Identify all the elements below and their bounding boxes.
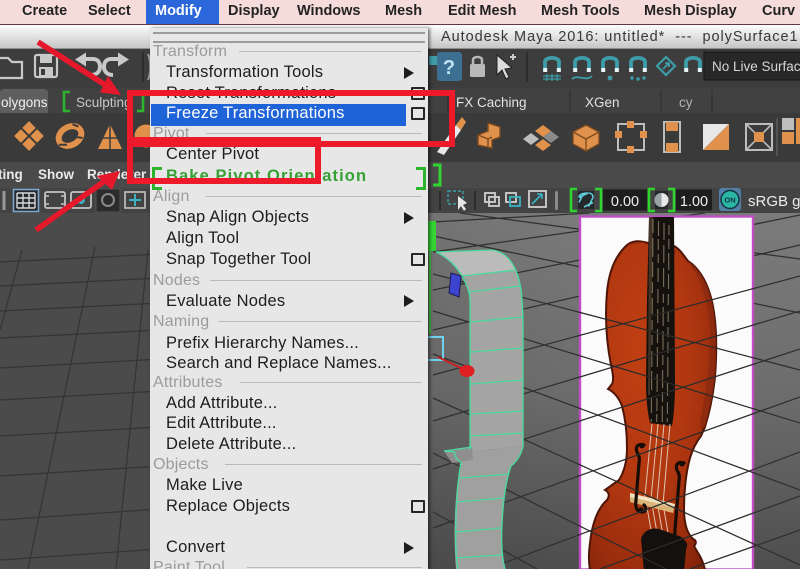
svg-text:FX Caching: FX Caching [456,95,527,110]
svg-text:sRGB gar: sRGB gar [748,193,800,210]
svg-text:Sculpting: Sculpting [76,95,132,110]
svg-text:XGen: XGen [585,95,620,110]
svg-text:No Live Surface: No Live Surface [712,59,800,74]
svg-text:0.00: 0.00 [611,194,639,210]
svg-text:cy: cy [679,95,693,110]
svg-text:1.00: 1.00 [680,194,708,210]
svg-text:ON: ON [724,196,735,205]
svg-text:?: ? [443,57,455,79]
svg-text:olygons: olygons [1,95,48,110]
